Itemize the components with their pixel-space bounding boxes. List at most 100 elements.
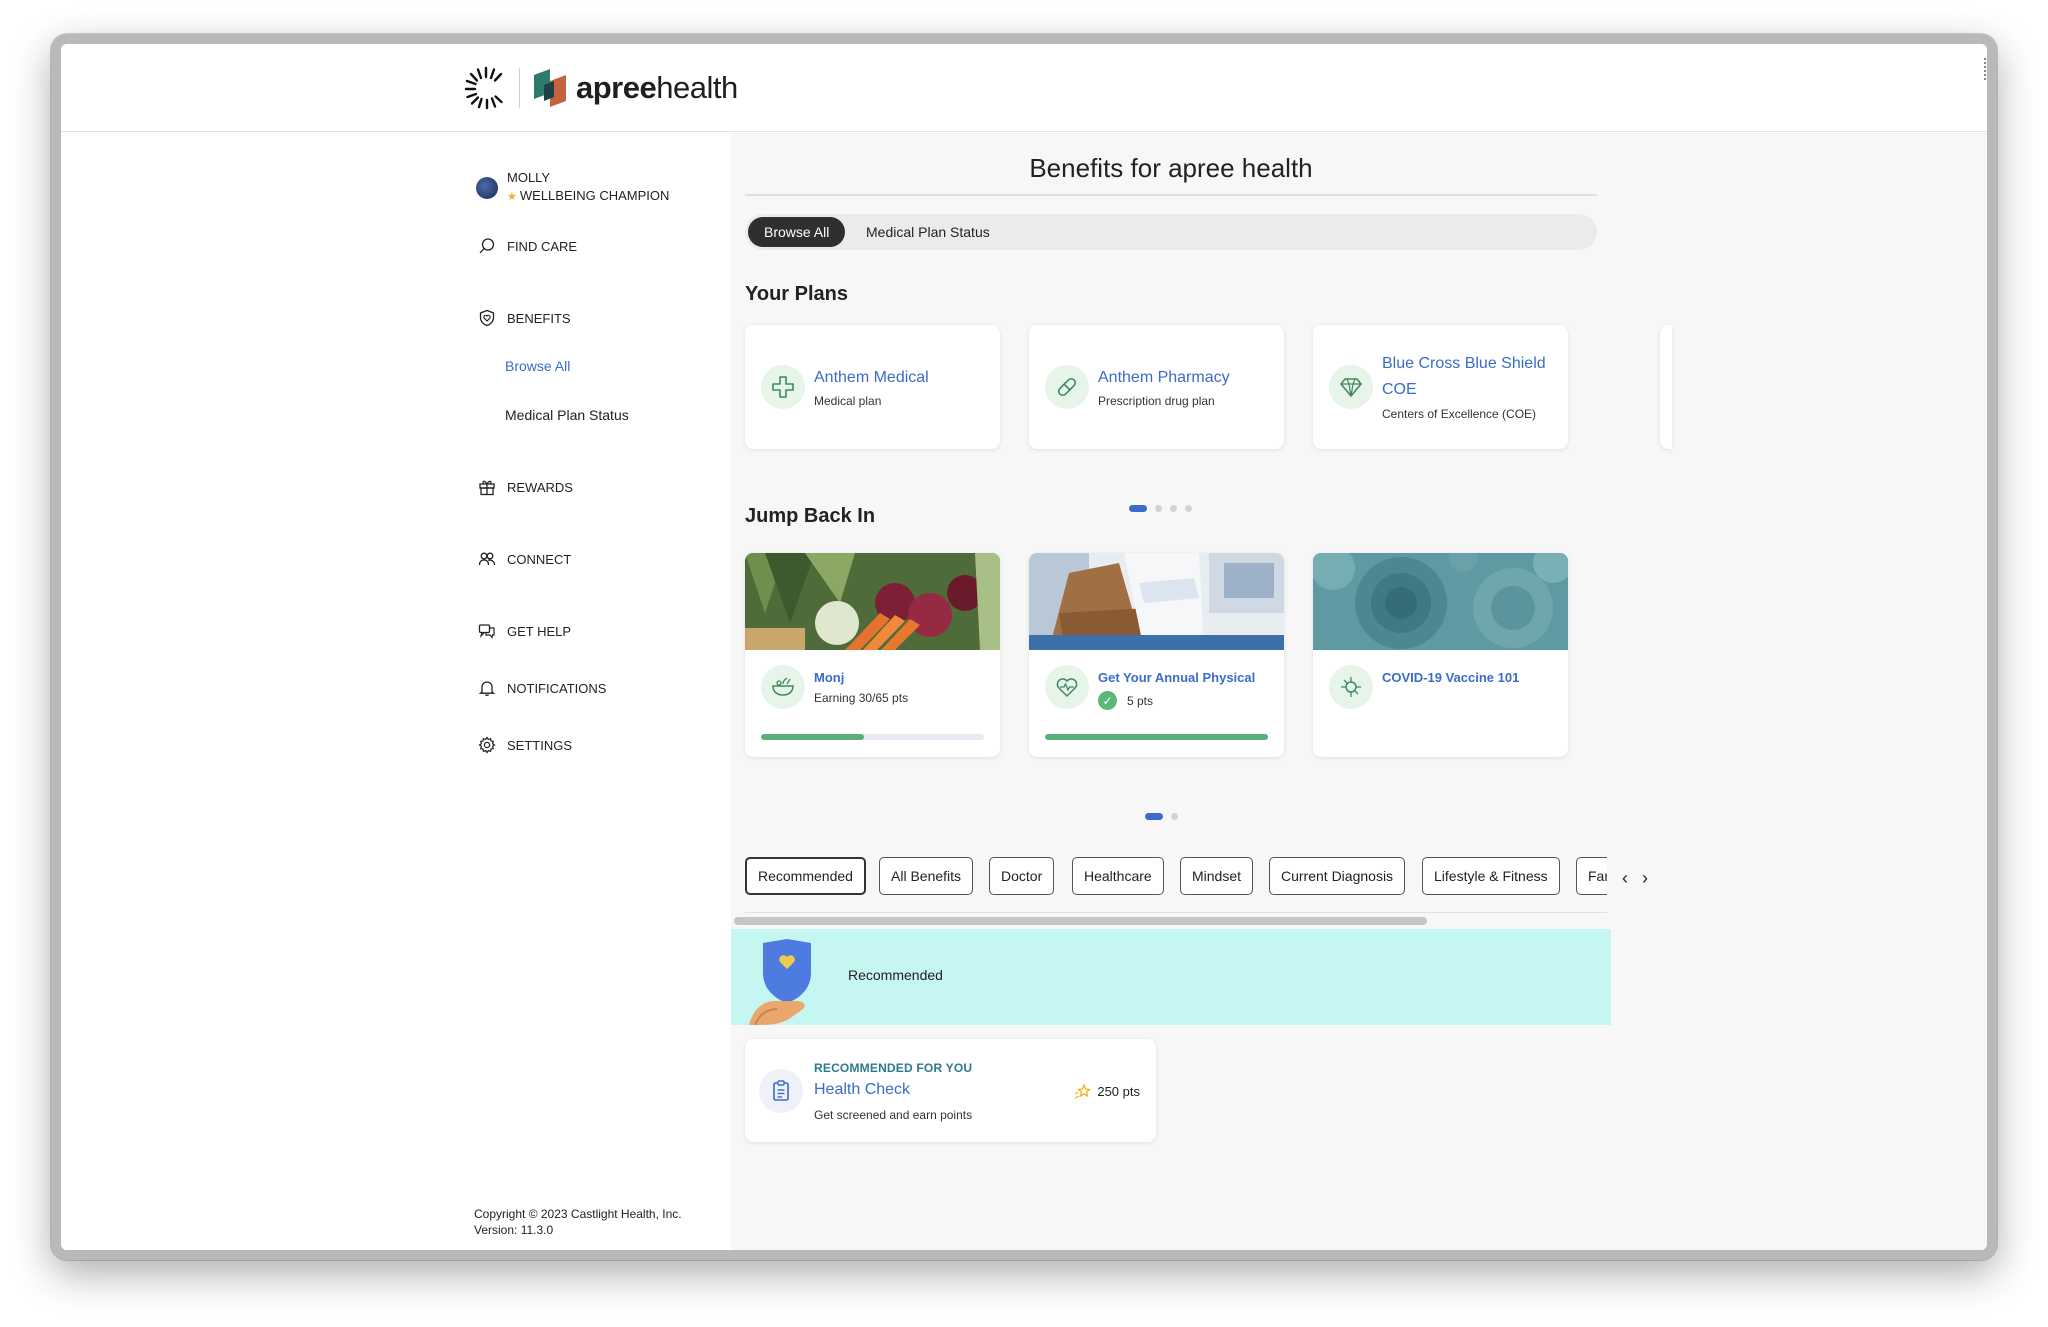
copyright-text: Copyright © 2023 Castlight Health, Inc. xyxy=(474,1207,682,1221)
carousel-dot[interactable] xyxy=(1170,505,1177,512)
carousel-dot[interactable] xyxy=(1185,505,1192,512)
search-icon xyxy=(479,238,495,254)
jump-card-covid-vaccine[interactable]: COVID-19 Vaccine 101 xyxy=(1313,553,1568,757)
horizontal-scrollbar[interactable] xyxy=(734,917,1614,925)
points-value: 250 pts xyxy=(1097,1083,1140,1099)
diamond-icon xyxy=(1329,365,1373,409)
rec-eyebrow: RECOMMENDED FOR YOU xyxy=(814,1061,973,1075)
plan-card-anthem-medical[interactable]: Anthem Medical Medical plan xyxy=(745,325,1000,449)
carousel-dot[interactable] xyxy=(1155,505,1162,512)
subnav-browse-all[interactable]: Browse All xyxy=(505,358,570,374)
nav-settings[interactable]: SETTINGS xyxy=(478,736,572,754)
jump-card-title: Monj xyxy=(814,670,845,685)
jump-card-subtitle: ✓ 5 pts xyxy=(1098,691,1153,710)
nav-connect-label: CONNECT xyxy=(507,551,572,567)
plan-subtitle: Medical plan xyxy=(814,394,882,408)
star-icon: ★ xyxy=(507,191,517,203)
recommended-banner: Recommended xyxy=(731,929,1611,1025)
user-name: MOLLY xyxy=(507,170,551,185)
progress-fill xyxy=(761,734,864,740)
vegetables-image xyxy=(745,553,1000,650)
sparkle-star-icon xyxy=(1075,1083,1092,1099)
chevron-left-icon[interactable]: ‹ xyxy=(1622,868,1642,888)
pill-icon xyxy=(1045,365,1089,409)
carousel-dot[interactable] xyxy=(1171,813,1178,820)
window-resize-handle[interactable] xyxy=(1984,58,1987,80)
sidebar: MOLLY ★ WELLBEING CHAMPION FIND CARE BENE… xyxy=(61,133,731,1250)
plan-subtitle: Prescription drug plan xyxy=(1098,394,1215,408)
subnav-medical-plan-status[interactable]: Medical Plan Status xyxy=(505,407,629,423)
clipboard-icon xyxy=(759,1069,803,1113)
user-role: ★ WELLBEING CHAMPION xyxy=(507,188,670,203)
logo-divider xyxy=(519,68,520,108)
rec-subtitle: Get screened and earn points xyxy=(814,1108,973,1122)
nav-settings-label: SETTINGS xyxy=(507,737,573,753)
nav-find-care[interactable]: FIND CARE xyxy=(478,237,577,255)
brand-logo[interactable]: apreehealth xyxy=(463,64,738,112)
nav-rewards[interactable]: REWARDS xyxy=(478,478,573,496)
recommended-card-health-check[interactable]: RECOMMENDED FOR YOU Health Check Get scr… xyxy=(745,1039,1156,1142)
shield-hand-icon xyxy=(749,939,811,1025)
banner-label: Recommended xyxy=(848,967,943,983)
nav-get-help-label: GET HELP xyxy=(507,623,572,639)
plan-title: Anthem Medical xyxy=(814,369,929,386)
nav-notifications[interactable]: NOTIFICATIONS xyxy=(478,679,606,697)
chip-mindset[interactable]: Mindset xyxy=(1180,857,1254,895)
nav-benefits-label: BENEFITS xyxy=(507,310,571,326)
jump-card-monj[interactable]: Monj Earning 30/65 pts xyxy=(745,553,1000,757)
plan-card-bcbs-coe[interactable]: Blue Cross Blue Shield COE Centers of Ex… xyxy=(1313,325,1568,449)
apree-mark-icon xyxy=(534,69,566,107)
jump-carousel-dots xyxy=(1145,813,1186,820)
jump-card-subtitle: Earning 30/65 pts xyxy=(814,691,909,705)
rec-title: Health Check xyxy=(814,1081,911,1098)
main-content: Benefits for apree health Browse All Med… xyxy=(731,133,1987,1250)
top-header: apreehealth xyxy=(61,44,1987,132)
castlight-burst-icon xyxy=(464,66,503,110)
page-title: Benefits for apree health xyxy=(1029,153,1313,183)
plan-title: Blue Cross Blue Shield COE xyxy=(1382,355,1546,398)
plan-card-partial[interactable] xyxy=(1660,325,1672,449)
virus-image xyxy=(1313,553,1568,650)
tab-medical-plan-status[interactable]: Medical Plan Status xyxy=(850,217,1006,247)
chip-all-benefits[interactable]: All Benefits xyxy=(879,857,974,895)
jump-card-annual-physical[interactable]: Get Your Annual Physical ✓ 5 pts xyxy=(1029,553,1284,757)
chip-lifestyle-fitness[interactable]: Lifestyle & Fitness xyxy=(1422,857,1560,895)
category-filter-chips: Recommended All Benefits Doctor Healthca… xyxy=(745,857,1607,895)
progress-fill xyxy=(1045,734,1268,740)
plans-carousel-dots xyxy=(1129,505,1200,512)
chip-current-diagnosis[interactable]: Current Diagnosis xyxy=(1269,857,1406,895)
doctor-visit-image xyxy=(1029,553,1284,650)
bell-icon xyxy=(478,681,496,696)
gear-icon xyxy=(478,736,496,754)
jump-card-title: COVID-19 Vaccine 101 xyxy=(1382,670,1520,685)
people-icon xyxy=(478,552,496,566)
chat-bubbles-icon xyxy=(478,624,495,639)
tab-bar: Browse All Medical Plan Status xyxy=(745,214,1597,250)
carousel-dot[interactable] xyxy=(1129,505,1147,512)
chip-family[interactable]: Fam xyxy=(1576,857,1607,895)
chip-healthcare[interactable]: Healthcare xyxy=(1072,857,1164,895)
medical-cross-icon xyxy=(761,365,805,409)
jump-back-in-heading: Jump Back In xyxy=(745,505,876,527)
plan-card-anthem-pharmacy[interactable]: Anthem Pharmacy Prescription drug plan xyxy=(1029,325,1284,449)
footer-info: Copyright © 2023 Castlight Health, Inc. … xyxy=(474,1206,682,1238)
bowl-icon xyxy=(761,665,805,709)
tab-browse-all[interactable]: Browse All xyxy=(748,217,846,247)
brand-wordmark: apreehealth xyxy=(576,70,738,105)
heart-pulse-icon xyxy=(1045,665,1089,709)
check-circle-icon: ✓ xyxy=(1098,691,1117,710)
nav-find-care-label: FIND CARE xyxy=(507,238,578,254)
chip-doctor[interactable]: Doctor xyxy=(989,857,1055,895)
user-profile[interactable]: MOLLY ★ WELLBEING CHAMPION xyxy=(476,169,669,206)
nav-get-help[interactable]: GET HELP xyxy=(478,622,571,640)
progress-bar xyxy=(761,734,984,740)
nav-connect[interactable]: CONNECT xyxy=(478,550,571,568)
nav-benefits[interactable]: BENEFITS xyxy=(478,309,571,327)
scrollbar-thumb[interactable] xyxy=(734,917,1427,925)
chevron-right-icon[interactable]: › xyxy=(1642,868,1662,888)
carousel-dot[interactable] xyxy=(1145,813,1163,820)
gift-icon xyxy=(479,480,495,496)
progress-bar xyxy=(1045,734,1268,740)
chip-recommended[interactable]: Recommended xyxy=(745,857,866,895)
version-text: Version: 11.3.0 xyxy=(474,1223,554,1237)
